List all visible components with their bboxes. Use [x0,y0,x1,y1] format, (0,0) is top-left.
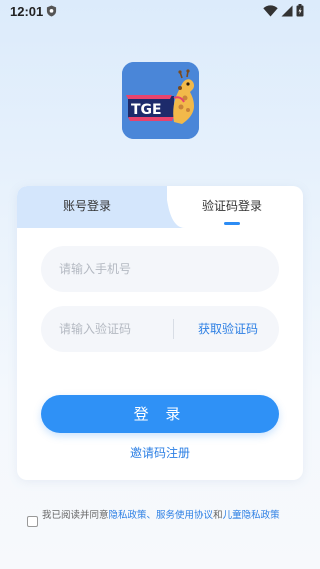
wifi-icon [263,4,278,16]
code-field: 获取验证码 [41,306,279,352]
agreement-and: 和 [213,510,223,521]
privacy-policy-link[interactable]: 隐私政策 [109,510,147,521]
active-tab-indicator [224,222,240,225]
service-agreement-link[interactable]: 服务使用协议 [156,510,213,521]
app-logo: TGE [122,62,199,139]
code-input[interactable] [59,306,179,352]
status-icons [263,4,304,17]
shield-icon [46,5,57,17]
battery-icon [296,4,304,17]
field-divider [173,319,174,339]
login-card: 账号登录 验证码登录 获取验证码 登 录 邀请码注册 [17,186,303,480]
status-bar: 12:01 [0,0,320,24]
agreement-checkbox[interactable] [27,516,38,527]
logo-text: TGE [131,102,162,118]
status-time: 12:01 [10,4,44,19]
phone-input[interactable] [59,246,259,292]
invite-register-link[interactable]: 邀请码注册 [17,444,303,461]
agreement-text: 我已阅读并同意隐私政策、服务使用协议和儿童隐私政策 [42,509,294,523]
login-button[interactable]: 登 录 [41,395,279,433]
giraffe-logo-icon: TGE [122,62,199,139]
agreement-separator: 、 [146,510,157,521]
agreement-prefix: 我已阅读并同意 [42,510,109,521]
phone-field [41,246,279,292]
tab-code-login[interactable]: 验证码登录 [167,186,297,226]
child-privacy-policy-link[interactable]: 儿童隐私政策 [223,510,280,521]
tab-account-login[interactable]: 账号登录 [17,186,157,226]
get-code-button[interactable]: 获取验证码 [183,306,273,352]
signal-icon [281,5,293,16]
